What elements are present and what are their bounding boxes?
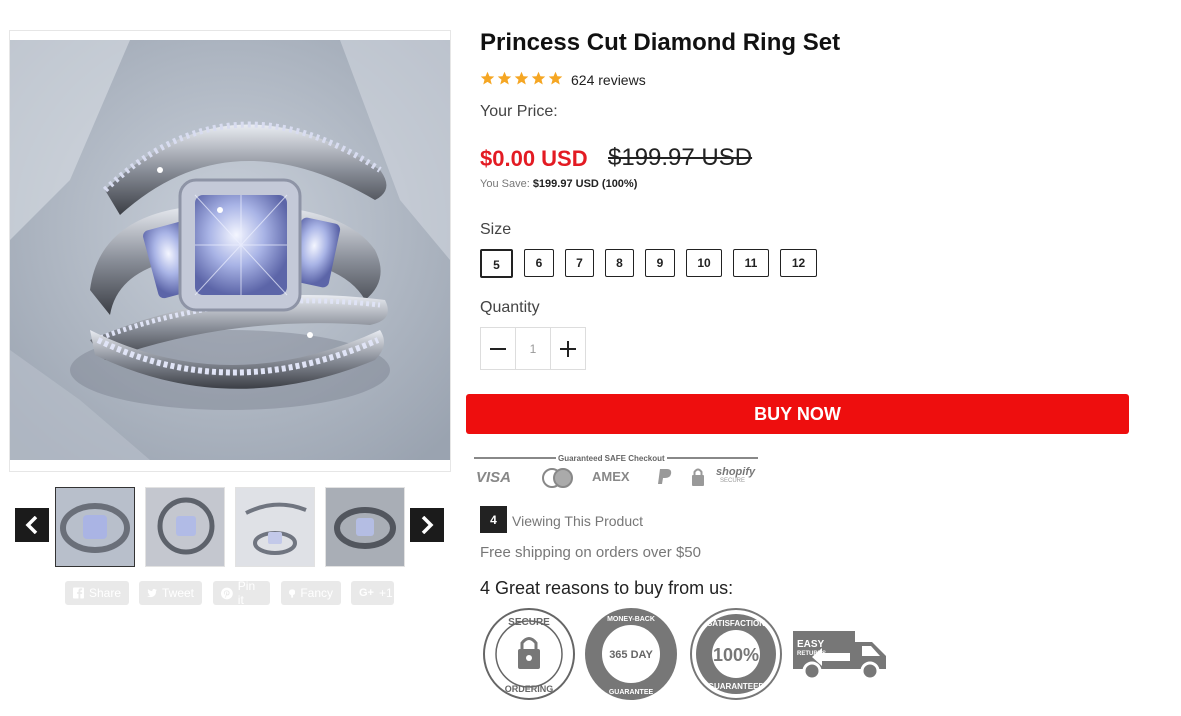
twitter-icon	[147, 588, 157, 598]
shopify-icon: shopify	[716, 466, 756, 478]
thumbnail-image	[146, 488, 224, 566]
thumbnail-1[interactable]	[55, 487, 135, 567]
amex-icon: AMEX	[592, 469, 630, 484]
quantity-label: Quantity	[480, 299, 540, 316]
easy-top-label: EASY	[797, 639, 825, 650]
share-fancy-button[interactable]: Fancy	[281, 581, 341, 605]
money-center-label: 365 DAY	[609, 649, 653, 661]
savings-value: $199.97 USD (100%)	[532, 178, 638, 190]
fancy-icon	[289, 588, 296, 598]
share-google-button[interactable]: G+ +1	[351, 581, 394, 605]
secure-bottom-label: ORDERING	[505, 684, 554, 694]
size-options: 5 6 7 8 9 10 11 12	[480, 249, 828, 278]
mastercard-icon	[542, 468, 573, 488]
chevron-left-icon	[25, 516, 38, 534]
product-title: Princess Cut Diamond Ring Set	[480, 29, 841, 56]
star-icon	[480, 71, 495, 85]
viewing-count-badge: 4	[480, 506, 507, 533]
truck-icon: EASY RETURNS	[793, 631, 886, 680]
sat-bottom-label: GUARANTEED	[708, 682, 765, 691]
share-pinterest-button[interactable]: Pin it	[213, 579, 270, 607]
star-icon	[531, 71, 546, 85]
savings-label: You Save:	[480, 178, 530, 190]
size-option-12[interactable]: 12	[780, 249, 817, 277]
size-option-label: 6	[535, 256, 543, 270]
thumbnail-3[interactable]	[235, 487, 315, 567]
visa-icon: VISA	[476, 469, 512, 486]
main-product-image[interactable]	[9, 30, 451, 472]
size-option-7[interactable]: 7	[565, 249, 594, 277]
money-back-badge: 365 DAY MONEY-BACK GUARANTEE	[585, 608, 677, 700]
sat-center-label: 100%	[713, 645, 759, 665]
thumbnail-next-button[interactable]	[410, 508, 444, 542]
secure-top-label: SECURE	[508, 617, 550, 628]
shopify-secure-label: SECURE	[720, 478, 746, 484]
thumbnail-4[interactable]	[325, 487, 405, 567]
quantity-increase-button[interactable]	[551, 328, 585, 369]
thumbnail-image	[56, 488, 134, 566]
size-option-label: 5	[493, 258, 500, 272]
safe-checkout-title: Guaranteed SAFE Checkout	[556, 454, 667, 463]
minus-icon	[490, 347, 506, 350]
star-icon	[514, 71, 529, 85]
quantity-input[interactable]	[515, 328, 551, 369]
size-option-label: 11	[744, 256, 758, 270]
size-label: Size	[480, 221, 512, 238]
ring-photo	[10, 40, 450, 460]
thumbnail-prev-button[interactable]	[15, 508, 49, 542]
money-bottom-label: GUARANTEE	[609, 689, 654, 696]
star-icon	[497, 71, 512, 85]
pinterest-icon	[221, 587, 233, 599]
size-option-11[interactable]: 11	[733, 249, 769, 277]
thumbnail-image	[236, 488, 314, 566]
star-rating[interactable]	[480, 71, 563, 86]
share-twitter-label: Tweet	[161, 586, 194, 600]
easy-bottom-label: RETURNS	[797, 651, 826, 657]
sale-price: $0.00 USD	[480, 146, 588, 171]
satisfaction-badge: 100% SATISFACTION GUARANTEED	[690, 608, 782, 700]
share-facebook-button[interactable]: Share	[65, 581, 129, 605]
lock-icon	[692, 468, 704, 486]
share-google-label: +1	[378, 586, 393, 600]
size-option-5[interactable]: 5	[480, 249, 513, 278]
size-option-10[interactable]: 10	[686, 249, 722, 277]
chevron-right-icon	[421, 516, 434, 534]
buy-now-button[interactable]: BUY NOW	[466, 394, 1129, 434]
size-option-label: 8	[616, 256, 623, 270]
size-option-label: 7	[576, 256, 583, 270]
facebook-icon	[73, 587, 84, 599]
share-pinterest-label: Pin it	[237, 579, 256, 607]
money-top-label: MONEY-BACK	[607, 616, 655, 623]
google-plus-icon: G+	[359, 587, 374, 599]
price-label: Your Price:	[480, 103, 558, 120]
sat-top-label: SATISFACTION	[707, 619, 765, 628]
thumbnail-image	[326, 488, 404, 566]
size-option-6[interactable]: 6	[524, 249, 554, 277]
savings: You Save: $199.97 USD (100%)	[480, 178, 637, 190]
quantity-stepper	[480, 327, 586, 370]
thumbnail-2[interactable]	[145, 487, 225, 567]
size-option-label: 10	[697, 256, 711, 270]
plus-icon	[560, 340, 576, 357]
size-option-label: 12	[791, 256, 806, 270]
shipping-note: Free shipping on orders over $50	[480, 544, 701, 561]
share-facebook-label: Share	[88, 586, 121, 600]
quantity-decrease-button[interactable]	[481, 328, 515, 369]
reasons-title: 4 Great reasons to buy from us:	[480, 578, 734, 598]
star-icon	[548, 71, 563, 85]
size-option-label: 9	[656, 256, 664, 270]
secure-ordering-badge: SECURE ORDERING	[483, 608, 575, 700]
compare-price: $199.97 USD	[608, 144, 753, 171]
size-option-8[interactable]: 8	[605, 249, 634, 277]
viewing-text: Viewing This Product	[512, 513, 643, 529]
share-fancy-label: Fancy	[300, 586, 333, 600]
paypal-icon	[658, 469, 672, 484]
share-twitter-button[interactable]: Tweet	[139, 581, 202, 605]
size-option-9[interactable]: 9	[645, 249, 675, 277]
reviews-link[interactable]: 624 reviews	[571, 72, 646, 88]
